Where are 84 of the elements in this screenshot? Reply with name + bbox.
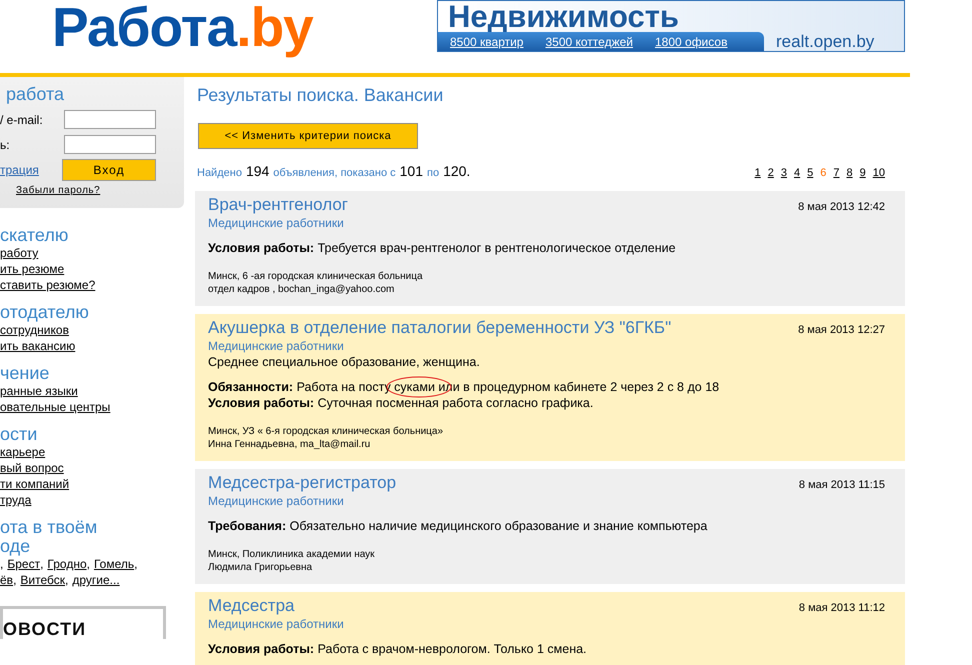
listing-date: 8 мая 2013 11:15 <box>798 479 885 491</box>
sidebar-link[interactable]: сотрудников <box>0 322 69 338</box>
sidebar-link[interactable]: работу <box>0 245 38 261</box>
login-heading: работа <box>5 85 65 104</box>
listing-detail: Условия работы: Работа с врачом-неврологом. Только 1 смена. <box>208 641 587 657</box>
contact-line: отдел кадров , bochan_inga@yahoo.com <box>208 283 396 296</box>
listing-detail: Условия работы: Требуется врач-рентгенолог в рентгенологическое отделение <box>208 240 676 256</box>
ad-banner[interactable]: Недвижимость 8500 квартир 3500 коттеджей 1800 офисов realt.open.by <box>437 0 905 52</box>
city-link[interactable]: Гомель <box>94 556 134 572</box>
field-label: ь: <box>0 138 10 152</box>
listing-date: 8 мая 2013 11:12 <box>798 602 885 614</box>
page-link[interactable]: 3 <box>780 167 787 179</box>
comma-separator: , <box>134 556 138 572</box>
summary-text: объявления, показано с <box>273 167 396 179</box>
banner-domain: realt.open.by <box>775 32 874 52</box>
banner-link[interactable]: 3500 коттеджей <box>545 34 633 48</box>
sidebar-link[interactable]: ить резюме <box>0 261 64 277</box>
page-link[interactable]: 1 <box>754 167 761 179</box>
sidebar-link[interactable]: ставить резюме? <box>0 277 96 293</box>
summary-text: Найдено <box>197 167 242 179</box>
sidebar-link[interactable]: овательные центры <box>0 399 110 415</box>
sidebar-link[interactable]: ранные языки <box>0 383 78 399</box>
listing-category[interactable]: Медицинские работники <box>208 338 344 354</box>
listing-title[interactable]: Акушерка в отделение паталогии беременности УЗ "6ГКБ" <box>208 318 672 338</box>
change-criteria-button[interactable]: << Изменить критерии поиска <box>198 123 418 149</box>
banner-link[interactable]: 1800 офисов <box>654 34 728 48</box>
sidebar-link[interactable]: карьере <box>0 444 46 460</box>
comma-separator: , <box>65 572 68 588</box>
listing-date: 8 мая 2013 12:27 <box>798 324 885 336</box>
field-label: / e-mail: <box>0 112 43 126</box>
contact-line: Минск, Поликлиника академии наук <box>208 548 376 561</box>
listing-category[interactable]: Медицинские работники <box>208 215 344 231</box>
result-count: 194 <box>246 163 270 179</box>
sidebar-link[interactable]: вый вопрос <box>0 460 64 476</box>
site-logo[interactable]: Работа.by <box>52 0 437 60</box>
sidebar-heading: чение <box>0 364 50 383</box>
listing-category[interactable]: Медицинские работники <box>208 616 344 632</box>
result-count: 101 <box>400 163 423 179</box>
listing-title[interactable]: Медсестра-регистратор <box>208 473 396 493</box>
contact-line: Минск, 6 -ая городская клиническая больница <box>208 270 424 283</box>
listing-date: 8 мая 2013 12:42 <box>798 201 885 213</box>
contact-line: Инна Геннадьевна, ma_lta@mail.ru <box>208 438 372 451</box>
register-link[interactable]: трация <box>0 162 39 176</box>
sidebar-link[interactable]: ить вакансию <box>0 338 76 354</box>
comma-separator: , <box>86 556 90 572</box>
page-title: Результаты поиска. Вакансии <box>197 84 444 106</box>
banner-title: Недвижимость <box>447 1 680 32</box>
listing-category[interactable]: Медицинские работники <box>208 493 344 509</box>
comma-separator: , <box>13 572 16 588</box>
sidebar-heading: ота в твоём оде <box>0 518 98 556</box>
page-link[interactable]: 10 <box>872 167 885 179</box>
login-button[interactable]: Вход <box>62 158 156 180</box>
sidebar-link[interactable]: труда <box>0 492 32 508</box>
comma-separator: , <box>40 556 44 572</box>
listing-title[interactable]: Врач-рентгенолог <box>208 195 348 215</box>
news-banner[interactable]: ОВОСТИ <box>0 606 166 639</box>
city-link[interactable]: ёв <box>0 572 14 588</box>
city-link[interactable]: другие... <box>72 572 120 588</box>
city-link[interactable]: Витебск <box>20 572 66 588</box>
contact-line: Минск, УЗ « 6-я городская клиническая больница» <box>208 425 444 438</box>
page-link[interactable]: 5 <box>807 167 814 179</box>
result-count: 120. <box>443 163 470 179</box>
listing-detail: Условия работы: Суточная посменная работа согласно графика. <box>208 395 594 411</box>
contact-line: Людмила Григорьевна <box>208 561 314 574</box>
listing-intro: Среднее специальное образование, женщина. <box>208 354 481 370</box>
city-link[interactable]: Брест <box>7 556 40 572</box>
sidebar-heading: ости <box>0 425 38 444</box>
page-link[interactable]: 2 <box>768 167 774 179</box>
forgot-password-link[interactable]: Забыли пароль? <box>16 185 184 196</box>
banner-link[interactable]: 8500 квартир <box>450 34 524 48</box>
sidebar-heading: скателю <box>0 226 70 245</box>
summary-text: по <box>427 167 440 179</box>
listing-detail: Требования: Обязательно наличие медицинского образование и знание компьютера <box>208 518 708 534</box>
input-field[interactable] <box>64 110 156 129</box>
page-link[interactable]: 8 <box>846 167 853 179</box>
page-link[interactable]: 4 <box>794 167 800 179</box>
sidebar-heading: отодателю <box>0 303 90 322</box>
page-link[interactable]: 7 <box>833 167 840 179</box>
page-link[interactable]: 9 <box>860 167 866 179</box>
input-field[interactable] <box>64 135 156 154</box>
comma-separator: , <box>0 556 4 572</box>
listing-title[interactable]: Медсестра <box>208 596 295 616</box>
city-link[interactable]: Гродно <box>47 556 87 572</box>
sidebar-link[interactable]: ти компаний <box>0 476 70 492</box>
